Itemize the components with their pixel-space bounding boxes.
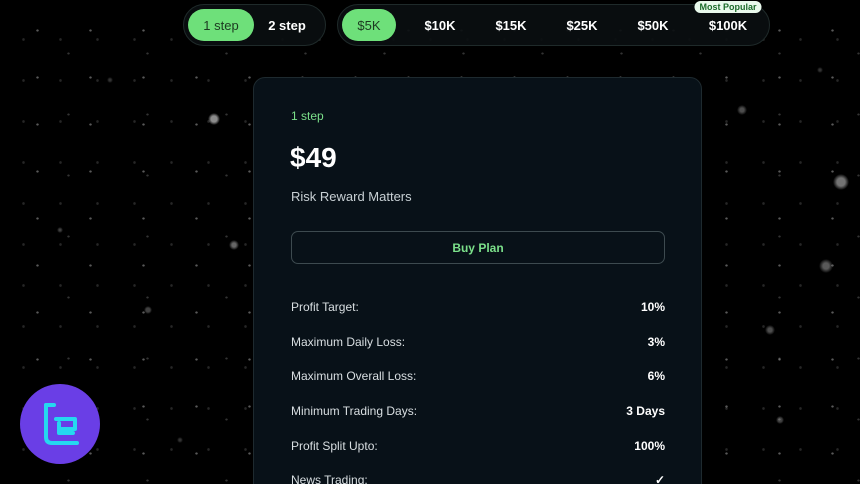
plan-card: 1 step $49 Risk Reward Matters Buy Plan … <box>253 77 702 484</box>
plan-price: $49 <box>290 142 337 173</box>
logo-mark <box>44 403 79 445</box>
amount-option-5k[interactable]: $5K <box>342 9 396 41</box>
amount-option-50k[interactable]: $50K <box>626 9 680 41</box>
spec-label: Maximum Overall Loss: <box>291 369 417 384</box>
spec-label: Profit Split Upto: <box>291 438 378 453</box>
check-icon: ✓ <box>654 473 665 484</box>
spec-value: 100% <box>634 438 665 453</box>
amount-option-100k[interactable]: Most Popular $100K <box>694 1 762 41</box>
amount-option-25k[interactable]: $25K <box>555 9 609 41</box>
buy-plan-button[interactable]: Buy Plan <box>291 231 665 264</box>
spec-value: 3 Days <box>626 404 665 419</box>
account-size-toggle: $5K $10K $15K $25K $50K Most Popular $10… <box>337 1 770 46</box>
spec-label: Maximum Daily Loss: <box>291 334 406 349</box>
plan-spec-list: Profit Target: 10% Maximum Daily Loss: 3… <box>291 290 665 484</box>
spec-value: 10% <box>640 300 665 315</box>
spec-value: 3% <box>647 334 665 349</box>
step-toggle: 1 step 2 step <box>183 4 326 46</box>
spec-row-profit-split: Profit Split Upto: 100% <box>291 428 665 463</box>
spec-row-profit-target: Profit Target: 10% <box>291 290 665 325</box>
amount-option-15k[interactable]: $15K <box>484 9 538 41</box>
spec-label: News Trading: <box>291 473 368 484</box>
plan-tagline: Risk Reward Matters <box>291 189 412 204</box>
spec-label: Minimum Trading Days: <box>291 404 418 419</box>
most-popular-badge: Most Popular <box>694 1 762 13</box>
spec-row-news-trading: News Trading: ✓ <box>291 463 665 484</box>
pricing-page: 1 step 2 step $5K $10K $15K $25K $50K Mo… <box>0 0 860 484</box>
step-option-1[interactable]: 1 step <box>188 9 254 41</box>
spec-label: Profit Target: <box>291 300 359 315</box>
spec-row-max-overall-loss: Maximum Overall Loss: 6% <box>291 359 665 394</box>
spec-row-max-daily-loss: Maximum Daily Loss: 3% <box>291 325 665 360</box>
amount-option-label: $100K <box>708 17 748 33</box>
spec-row-min-trading-days: Minimum Trading Days: 3 Days <box>291 394 665 429</box>
tradingfinder-logo-icon <box>20 384 100 464</box>
amount-option-10k[interactable]: $10K <box>413 9 467 41</box>
plan-step-label: 1 step <box>291 109 324 123</box>
spec-value: 6% <box>647 369 665 384</box>
step-option-2[interactable]: 2 step <box>254 9 320 41</box>
